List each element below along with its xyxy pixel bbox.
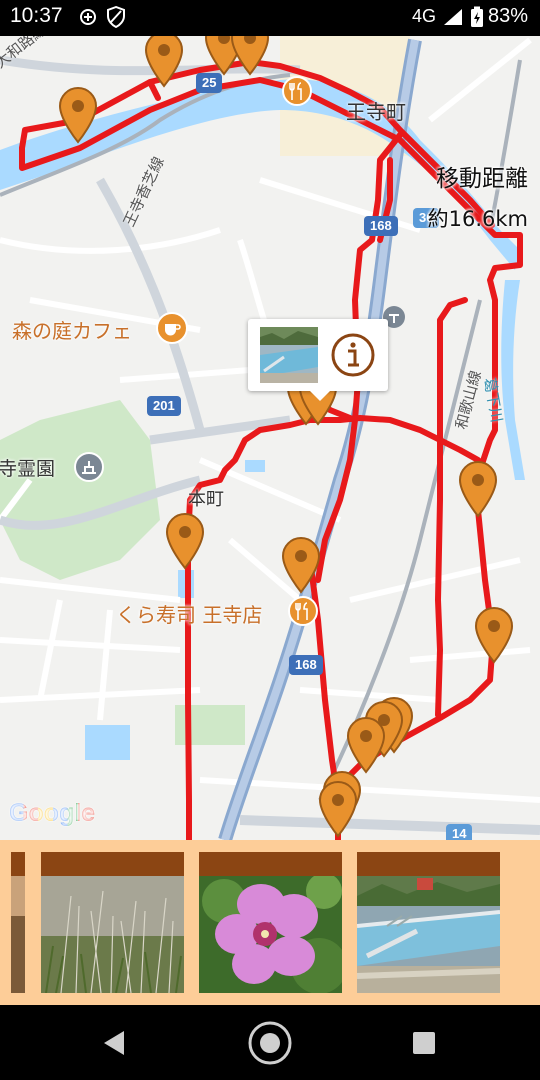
- data-saver-icon: [80, 9, 96, 25]
- photo-marker[interactable]: [56, 86, 100, 144]
- photo-marker[interactable]: [228, 36, 272, 76]
- navigation-bar: [0, 1005, 540, 1080]
- place-label-cemetery[interactable]: 寺霊園: [0, 454, 55, 481]
- photo-hibiscus-image: [199, 876, 342, 993]
- place-label-ojicho[interactable]: 王寺町: [346, 96, 406, 125]
- photo-card-header: [41, 852, 184, 876]
- photo-marker[interactable]: [163, 512, 207, 570]
- back-icon[interactable]: [90, 1019, 138, 1067]
- road-shield-25: 25: [196, 73, 223, 93]
- map-view[interactable]: 25 168 36 201 168 14 王寺町 本町 森の庭カフェ くら寿司 …: [0, 36, 540, 840]
- photo-card-header: [357, 852, 500, 876]
- restaurant-poi-icon[interactable]: [282, 76, 312, 106]
- photo-card-grass[interactable]: [41, 852, 184, 993]
- cemetery-poi-icon[interactable]: [74, 452, 104, 482]
- road-shield-14: 14: [446, 824, 473, 840]
- photo-card-hibiscus[interactable]: [199, 852, 342, 993]
- info-icon[interactable]: [330, 332, 376, 378]
- photo-card-pool[interactable]: [357, 852, 500, 993]
- cafe-poi-icon[interactable]: [156, 312, 188, 344]
- photo-partial-image: [11, 876, 25, 993]
- google-attribution: Google: [9, 799, 95, 828]
- road-shield-168: 168: [364, 216, 398, 236]
- status-bar: 10:37 4G 83%: [0, 0, 540, 36]
- road-shield-168-south: 168: [289, 655, 323, 675]
- distance-value: 約16.6km: [427, 207, 528, 231]
- place-label-honmachi[interactable]: 本町: [188, 485, 224, 511]
- photo-card-header: [199, 852, 342, 876]
- photo-marker[interactable]: [344, 716, 388, 774]
- distance-title: 移動距離: [436, 166, 528, 192]
- photo-marker[interactable]: [142, 36, 186, 88]
- photo-marker[interactable]: [316, 780, 360, 838]
- network-type: 4G: [412, 6, 437, 26]
- photo-pool-image: [357, 876, 500, 993]
- battery-percent: 83%: [488, 5, 529, 27]
- photo-card-partial[interactable]: [11, 852, 25, 993]
- photo-marker[interactable]: [456, 460, 500, 518]
- map-base: [0, 36, 540, 840]
- google-logo-text: Google: [9, 799, 96, 827]
- battery-charging-icon: [471, 6, 483, 27]
- photo-marker[interactable]: [472, 606, 516, 664]
- home-icon[interactable]: [246, 1019, 294, 1067]
- photo-card-header: [11, 852, 25, 876]
- pool-photo-thumbnail[interactable]: [260, 327, 318, 383]
- photo-marker[interactable]: [279, 536, 323, 594]
- marker-info-window[interactable]: [248, 319, 388, 401]
- signal-icon: [444, 9, 462, 25]
- recents-icon[interactable]: [400, 1019, 448, 1067]
- photo-strip[interactable]: [0, 840, 540, 1005]
- shield-icon: [107, 6, 125, 28]
- road-shield-201: 201: [147, 396, 181, 416]
- place-label-sushi[interactable]: くら寿司 王寺店: [116, 599, 262, 628]
- place-label-cafe[interactable]: 森の庭カフェ: [12, 315, 132, 344]
- status-time: 10:37: [10, 4, 63, 27]
- sushi-restaurant-poi-icon[interactable]: [288, 596, 318, 626]
- photo-grass-image: [41, 876, 184, 993]
